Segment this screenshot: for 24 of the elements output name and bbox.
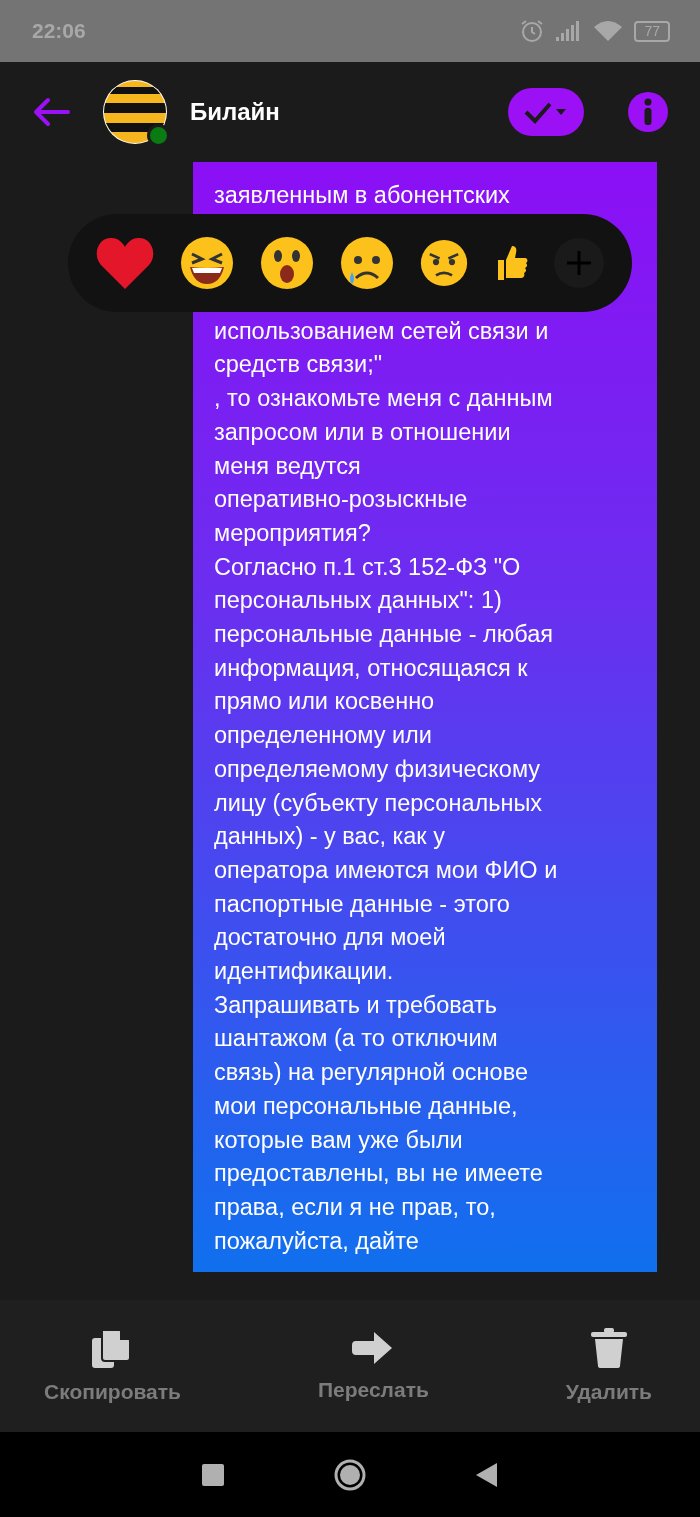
message-text: Согласно п.1 ст.3 152-ФЗ "О персональных данных": 1) персональные данные - любая информация, относящаяся к прямо или косвенно определенному или определяемому физическому лицу (субъекту персональных данных) - у вас, как у оператора имеются мои ФИО и паспортные данные - этого достаточно для моей идентификации.	[214, 552, 559, 987]
wifi-icon	[594, 21, 623, 41]
back-icon[interactable]	[476, 1462, 498, 1487]
copy-button[interactable]: Скопировать	[40, 1300, 185, 1432]
surprised-face-icon[interactable]	[260, 236, 314, 290]
read-status-button[interactable]	[508, 88, 584, 136]
info-icon[interactable]	[628, 92, 668, 132]
message-text: , то ознакомьте меня с данным запросом или в отношении меня ведутся оперативно-розыскные мероприятия?	[214, 384, 554, 548]
back-arrow-icon[interactable]	[32, 97, 70, 127]
forward-button[interactable]: Переслать	[313, 1300, 433, 1432]
heart-icon[interactable]	[96, 237, 154, 289]
laughing-face-icon[interactable]	[180, 236, 234, 290]
message-text: использованием сетей связи и средств связи;"	[214, 316, 550, 380]
trash-icon	[590, 1328, 627, 1368]
angry-face-icon[interactable]	[420, 239, 468, 287]
recents-icon[interactable]	[202, 1463, 224, 1486]
message-text: Запрашивать и требовать шантажом (а то отключим связь) на регулярной основе мои персональные данные, которые вам уже были предоставлены, вы не имеете права, если я не прав, то, пожалуйста, дайте	[214, 990, 544, 1256]
home-icon[interactable]	[334, 1458, 366, 1491]
alarm-icon	[520, 19, 545, 43]
delete-button[interactable]: Удалить	[561, 1300, 656, 1432]
contact-name: Билайн	[190, 98, 281, 126]
checkmark-icon	[524, 100, 568, 124]
message-text: заявленным в абонентских	[214, 181, 511, 210]
crying-face-icon[interactable]	[340, 236, 394, 290]
